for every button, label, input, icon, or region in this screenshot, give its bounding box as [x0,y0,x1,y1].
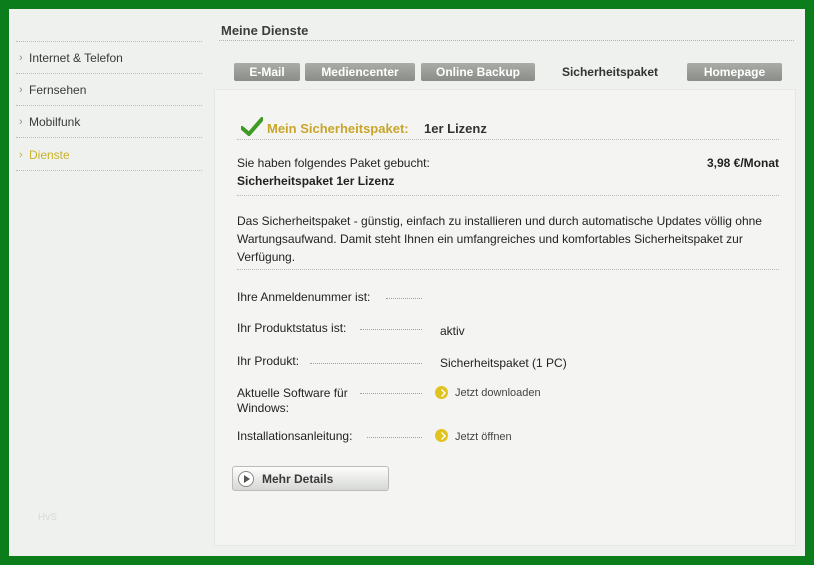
field-label-installationsanleitung: Installationsanleitung: [237,429,353,443]
page-title: Meine Dienste [221,23,309,38]
dotted-leader [310,363,422,364]
chevron-right-icon: › [19,84,23,96]
field-value-produktstatus: aktiv [440,324,465,338]
sidebar-item-internet-telefon[interactable]: › Internet & Telefon [16,42,202,74]
tab-homepage[interactable]: Homepage [687,63,782,81]
download-link[interactable]: Jetzt downloaden [455,387,541,399]
more-details-button[interactable]: Mehr Details [232,466,389,491]
sidebar-item-dienste[interactable]: › Dienste [16,138,202,171]
dotted-leader [360,329,422,330]
tab-email[interactable]: E-Mail [234,63,300,81]
tab-sicherheitspaket[interactable]: Sicherheitspaket [548,63,672,81]
open-guide-link[interactable]: Jetzt öffnen [455,431,512,443]
arrow-circle-icon[interactable] [435,429,448,442]
booked-text: Sie haben folgendes Paket gebucht: [237,156,430,170]
sidebar-item-label: Dienste [29,148,70,162]
sidebar-item-mobilfunk[interactable]: › Mobilfunk [16,106,202,138]
panel-title-label: Mein Sicherheitspaket: [267,121,409,136]
sidebar: › Internet & Telefon › Fernsehen › Mobil… [16,41,202,171]
check-icon [241,117,263,136]
field-label-produkt: Ihr Produkt: [237,354,300,368]
sidebar-footer-mark: HvS [38,512,57,523]
sidebar-item-label: Mobilfunk [29,115,81,129]
field-value-produkt: Sicherheitspaket (1 PC) [440,356,567,370]
arrow-circle-icon[interactable] [435,386,448,399]
sidebar-item-label: Fernsehen [29,83,87,97]
field-label-produktstatus: Ihr Produktstatus ist: [237,321,347,335]
field-label-software-line2: Windows: [237,401,290,415]
chevron-right-icon: › [19,52,23,64]
package-name: Sicherheitspaket 1er Lizenz [237,174,395,188]
divider [237,269,779,270]
dotted-leader [367,437,422,438]
field-label-anmeldenummer: Ihre Anmeldenummer ist: [237,290,371,304]
tab-mediencenter[interactable]: Mediencenter [305,63,415,81]
price: 3,98 €/Monat [706,156,779,170]
sidebar-item-fernsehen[interactable]: › Fernsehen [16,74,202,106]
chevron-right-icon: › [19,116,23,128]
chevron-right-icon: › [19,149,23,161]
field-label-software-line1: Aktuelle Software für [237,386,348,400]
panel-title-value: 1er Lizenz [424,121,487,136]
dotted-leader [386,298,422,299]
description-text: Das Sicherheitspaket - günstig, einfach … [237,214,762,264]
dotted-leader [360,393,422,394]
more-details-label: Mehr Details [262,472,334,486]
sidebar-item-label: Internet & Telefon [29,51,123,65]
divider [237,195,779,196]
title-divider [219,40,794,41]
tab-online-backup[interactable]: Online Backup [421,63,535,81]
divider [237,139,779,140]
play-circle-icon [238,471,254,487]
